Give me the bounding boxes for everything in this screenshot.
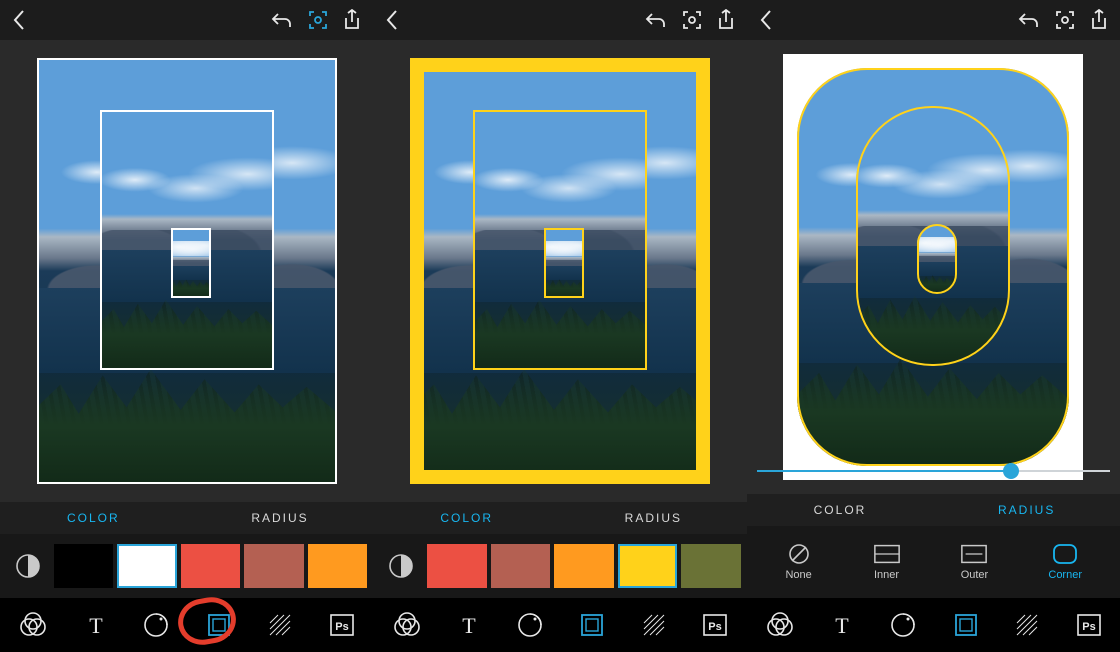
stickers-icon[interactable] [890, 612, 916, 638]
back-icon[interactable] [12, 9, 26, 31]
tab-radius[interactable]: RADIUS [187, 511, 374, 525]
stickers-icon[interactable] [143, 612, 169, 638]
radius-corner[interactable]: Corner [1048, 543, 1082, 581]
svg-text:Ps: Ps [1082, 621, 1095, 633]
photo-layer-inner [544, 228, 584, 298]
svg-text:T: T [462, 613, 476, 637]
texture-icon[interactable] [268, 613, 292, 637]
svg-text:Ps: Ps [335, 621, 348, 633]
svg-text:T: T [89, 613, 103, 637]
radius-slider[interactable] [757, 456, 1110, 486]
frame-inner-rounded [917, 224, 957, 294]
frame-tabs: COLOR RADIUS [373, 502, 746, 534]
svg-text:T: T [836, 613, 850, 637]
texture-icon[interactable] [642, 613, 666, 637]
bottom-toolbar: T Ps [0, 598, 373, 652]
svg-text:Ps: Ps [709, 621, 722, 633]
swatch-white[interactable] [117, 544, 176, 588]
editor-panel-b: COLOR RADIUS T [373, 0, 746, 652]
radius-outer-label: Outer [961, 569, 989, 581]
swatch-olive[interactable] [681, 544, 740, 588]
photoshop-icon[interactable]: Ps [329, 613, 355, 637]
undo-icon[interactable] [271, 11, 293, 29]
editor-panel-c: COLOR RADIUS None Inner Outer Corner [747, 0, 1120, 652]
frame-tool-icon[interactable] [953, 612, 979, 638]
canvas[interactable] [747, 40, 1120, 494]
tab-color[interactable]: COLOR [747, 503, 934, 517]
swatch-yellow[interactable] [618, 544, 677, 588]
undo-icon[interactable] [645, 11, 667, 29]
tab-color[interactable]: COLOR [0, 511, 187, 525]
scan-icon[interactable] [307, 9, 329, 31]
swatch-red[interactable] [427, 544, 486, 588]
texture-icon[interactable] [1015, 613, 1039, 637]
contrast-icon[interactable] [379, 544, 423, 588]
share-icon[interactable] [343, 9, 361, 31]
color-swatch-row [373, 534, 746, 598]
tab-radius[interactable]: RADIUS [933, 503, 1120, 517]
photoshop-icon[interactable]: Ps [702, 613, 728, 637]
radius-inner[interactable]: Inner [873, 543, 901, 581]
photo-layer-inner [171, 228, 211, 298]
color-swatch-row [0, 534, 373, 598]
filters-icon[interactable] [392, 612, 422, 638]
top-bar [0, 0, 373, 40]
swatch-orange[interactable] [308, 544, 367, 588]
scan-icon[interactable] [681, 9, 703, 31]
undo-icon[interactable] [1018, 11, 1040, 29]
text-icon[interactable]: T [85, 613, 107, 637]
filters-icon[interactable] [765, 612, 795, 638]
frame-tool-icon[interactable] [206, 612, 232, 638]
tab-radius[interactable]: RADIUS [560, 511, 747, 525]
tab-color[interactable]: COLOR [373, 511, 560, 525]
contrast-icon[interactable] [6, 544, 50, 588]
scan-icon[interactable] [1054, 9, 1076, 31]
frame-inner [171, 228, 211, 298]
bottom-toolbar: T Ps [747, 598, 1120, 652]
slider-fill [757, 470, 1011, 472]
frame-inner [544, 228, 584, 298]
photoshop-icon[interactable]: Ps [1076, 613, 1102, 637]
radius-options: None Inner Outer Corner [747, 526, 1120, 598]
back-icon[interactable] [759, 9, 773, 31]
editor-panel-a: COLOR RADIUS T [0, 0, 373, 652]
stickers-icon[interactable] [517, 612, 543, 638]
radius-outer[interactable]: Outer [960, 543, 988, 581]
frame-tool-icon[interactable] [579, 612, 605, 638]
filters-icon[interactable] [18, 612, 48, 638]
swatch-black[interactable] [54, 544, 113, 588]
frame-tabs: COLOR RADIUS [0, 502, 373, 534]
share-icon[interactable] [717, 9, 735, 31]
swatch-red[interactable] [181, 544, 240, 588]
swatch-orange[interactable] [554, 544, 613, 588]
text-icon[interactable]: T [831, 613, 853, 637]
share-icon[interactable] [1090, 9, 1108, 31]
back-icon[interactable] [385, 9, 399, 31]
radius-none[interactable]: None [785, 543, 813, 581]
radius-corner-label: Corner [1048, 569, 1082, 581]
radius-inner-label: Inner [874, 569, 899, 581]
slider-thumb[interactable] [1003, 463, 1019, 479]
canvas[interactable] [373, 40, 746, 502]
top-bar [747, 0, 1120, 40]
canvas[interactable] [0, 40, 373, 502]
swatch-brown[interactable] [244, 544, 303, 588]
top-bar [373, 0, 746, 40]
bottom-toolbar: T Ps [373, 598, 746, 652]
swatch-brown[interactable] [491, 544, 550, 588]
text-icon[interactable]: T [458, 613, 480, 637]
radius-none-label: None [785, 569, 811, 581]
frame-tabs: COLOR RADIUS [747, 494, 1120, 526]
